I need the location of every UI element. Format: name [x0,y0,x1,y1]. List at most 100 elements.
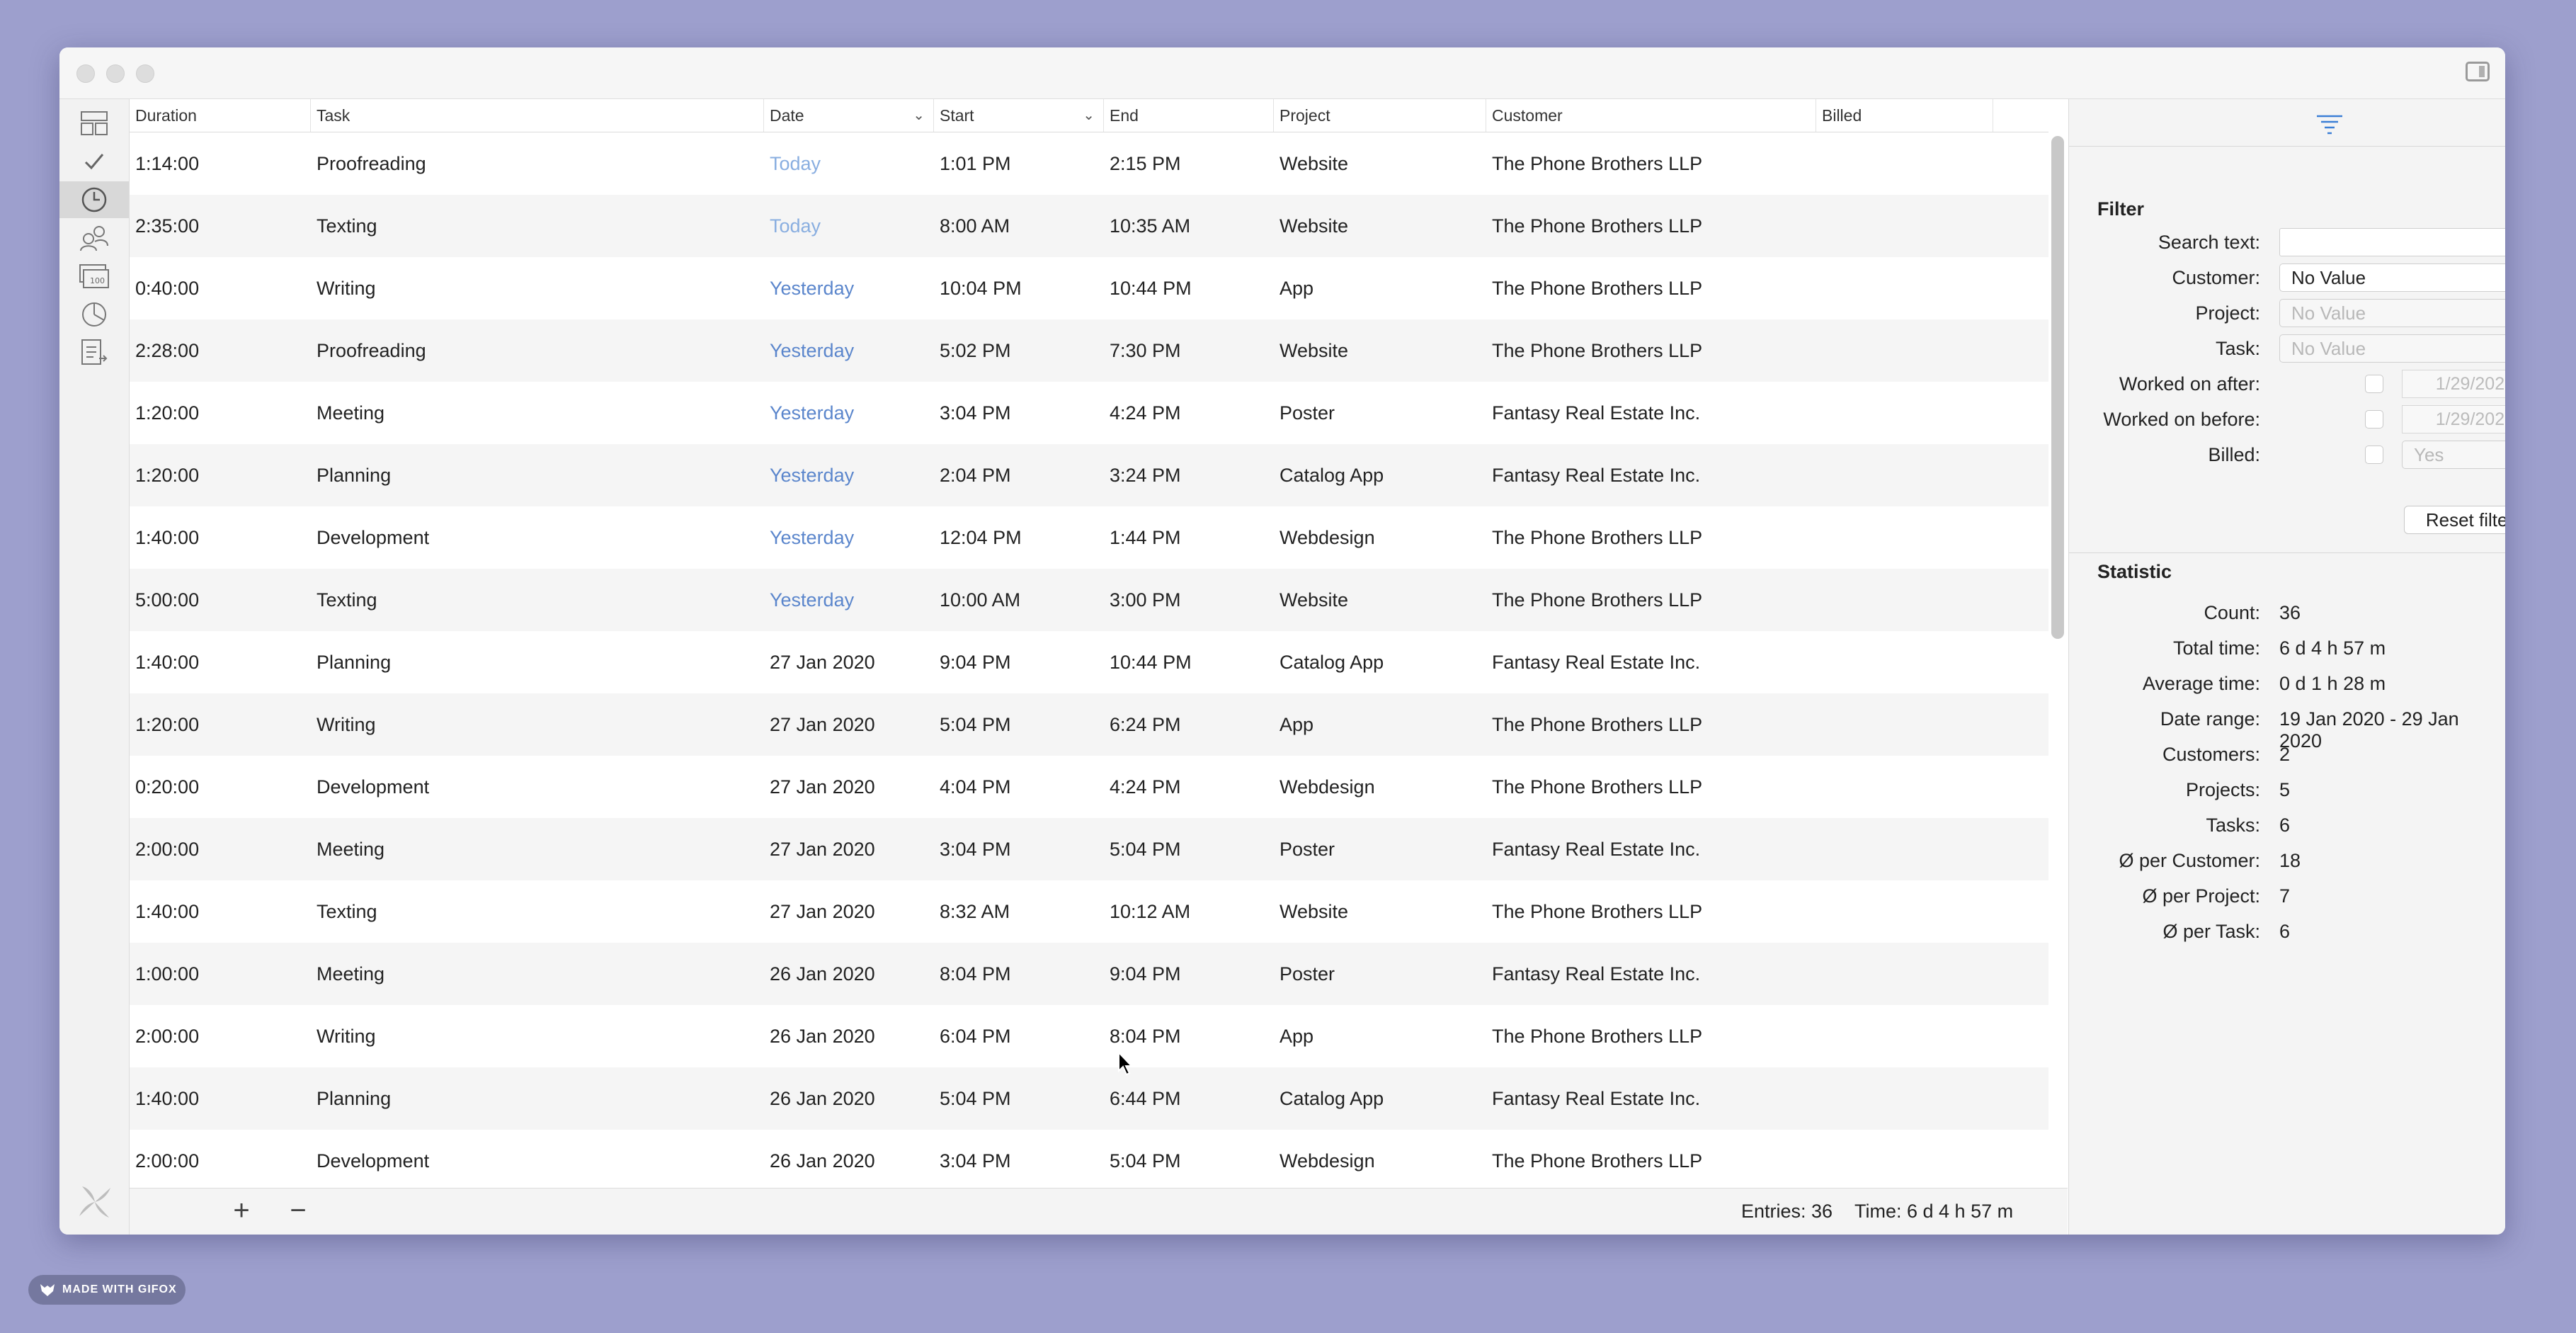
close-window-button[interactable] [76,64,95,83]
table-row[interactable]: 1:20:00 Planning Yesterday 2:04 PM 3:24 PM Ca… [130,444,2048,506]
reset-filter-button[interactable]: Reset filter [2404,506,2505,534]
export-document-icon[interactable] [59,334,129,371]
table-row[interactable]: 0:40:00 Writing Yesterday 10:04 PM 10:44 PM A… [130,257,2048,319]
task-label: Task: [2215,338,2260,359]
worked-after-date[interactable]: 1/29/2020 [2402,370,2505,398]
cell-billed[interactable] [1816,319,1822,382]
column-header-task[interactable]: Task [311,99,764,132]
app-window: 100 Duration Task Date ⌄ Start ⌄ End Proje… [59,47,2505,1235]
table-row[interactable]: 1:20:00 Meeting Yesterday 3:04 PM 4:24 PM Pos… [130,382,2048,444]
search-text-input[interactable] [2279,228,2505,256]
table-row[interactable]: 1:20:00 Writing 27 Jan 2020 5:04 PM 6:24 PM A… [130,693,2048,756]
cell-duration: 1:20:00 [135,402,200,424]
statistic-value: 18 [2279,850,2301,871]
table-row[interactable]: 2:00:00 Development 26 Jan 2020 3:04 PM 5:04… [130,1130,2048,1188]
cell-billed[interactable] [1816,880,1822,943]
cell-date: Yesterday [770,527,855,548]
table-row[interactable]: 1:40:00 Planning 27 Jan 2020 9:04 PM 10:44 P… [130,631,2048,693]
add-entry-button[interactable]: + [223,1193,260,1230]
cell-start: 8:04 PM [940,963,1011,985]
project-label: Project: [2195,302,2260,324]
cell-customer: The Phone Brothers LLP [1492,1150,1703,1172]
cell-project: Catalog App [1280,465,1384,486]
cell-duration: 1:40:00 [135,652,200,673]
cell-customer: The Phone Brothers LLP [1492,278,1703,299]
cell-end: 10:44 PM [1110,278,1192,299]
cell-billed[interactable] [1816,257,1822,319]
cell-start: 3:04 PM [940,839,1011,860]
worked-before-checkbox[interactable] [2365,410,2383,429]
customers-icon[interactable] [59,220,129,256]
cell-date: Yesterday [770,340,855,361]
cell-start: 2:04 PM [940,465,1011,486]
task-select[interactable]: No Value⇕ [2279,334,2505,363]
customer-select[interactable]: No Value⇕ [2279,263,2505,292]
cell-billed[interactable] [1816,818,1822,880]
tasks-checkmark-icon[interactable] [59,143,129,180]
table-row[interactable]: 5:00:00 Texting Yesterday 10:00 AM 3:00 PM We… [130,569,2048,631]
zoom-window-button[interactable] [136,64,154,83]
cell-billed[interactable] [1816,569,1822,631]
column-header-start[interactable]: Start ⌄ [934,99,1104,132]
cell-task: Planning [317,1088,392,1109]
billed-select[interactable]: Yes⇕ [2402,441,2505,469]
cell-billed[interactable] [1816,756,1822,818]
cell-billed[interactable] [1816,1005,1822,1067]
billed-checkbox[interactable] [2365,446,2383,464]
statistic-label: Ø per Project: [2142,885,2260,907]
table-row[interactable]: 1:40:00 Texting 27 Jan 2020 8:32 AM 10:12 AM… [130,880,2048,943]
cell-date: 27 Jan 2020 [770,839,875,860]
table-row[interactable]: 0:20:00 Development 27 Jan 2020 4:04 PM 4:24… [130,756,2048,818]
cell-billed[interactable] [1816,506,1822,569]
table-row[interactable]: 2:00:00 Writing 26 Jan 2020 6:04 PM 8:04 PM A… [130,1005,2048,1067]
invoices-icon[interactable]: 100 [59,258,129,295]
column-header-customer[interactable]: Customer [1486,99,1816,132]
worked-after-checkbox[interactable] [2365,375,2383,393]
project-select[interactable]: No Value⇕ [2279,299,2505,327]
cell-task: Planning [317,465,392,486]
cell-customer: The Phone Brothers LLP [1492,1026,1703,1047]
inspector-panel: Filter Search text: Customer: No Value⇕ … [2068,99,2505,1235]
panel-divider [2069,146,2505,147]
sidebar-toggle-icon[interactable] [2466,62,2490,81]
column-header-project[interactable]: Project [1274,99,1486,132]
cell-task: Meeting [317,839,385,860]
cell-date: 27 Jan 2020 [770,901,875,922]
table-row[interactable]: 1:40:00 Development Yesterday 12:04 PM 1:44 … [130,506,2048,569]
cell-billed[interactable] [1816,132,1822,195]
cell-billed[interactable] [1816,1067,1822,1130]
column-header-billed[interactable]: Billed [1816,99,1993,132]
reports-chart-icon[interactable] [59,296,129,333]
cell-billed[interactable] [1816,1130,1822,1188]
cell-date: 27 Jan 2020 [770,714,875,735]
cell-billed[interactable] [1816,195,1822,257]
table-row[interactable]: 2:35:00 Texting Today 8:00 AM 10:35 AM Websit… [130,195,2048,257]
worked-before-date[interactable]: 1/29/2020 [2402,405,2505,433]
cell-duration: 2:00:00 [135,1026,200,1047]
column-header-end[interactable]: End [1104,99,1274,132]
filter-icon[interactable] [2315,113,2344,136]
column-header-date[interactable]: Date ⌄ [764,99,934,132]
remove-entry-button[interactable]: − [280,1193,317,1230]
table-row[interactable]: 1:00:00 Meeting 26 Jan 2020 8:04 PM 9:04 PM P… [130,943,2048,1005]
cell-billed[interactable] [1816,631,1822,693]
column-header-start-label: Start [940,106,974,125]
statistic-value: 5 [2279,779,2291,800]
minimize-window-button[interactable] [106,64,125,83]
dashboard-icon[interactable] [59,105,129,142]
cell-billed[interactable] [1816,693,1822,756]
cell-billed[interactable] [1816,444,1822,506]
column-header-duration[interactable]: Duration [130,99,311,132]
cell-project: Website [1280,901,1349,922]
table-row[interactable]: 2:28:00 Proofreading Yesterday 5:02 PM 7:30 … [130,319,2048,382]
table-row[interactable]: 1:40:00 Planning 26 Jan 2020 5:04 PM 6:44 PM… [130,1067,2048,1130]
table-row[interactable]: 1:14:00 Proofreading Today 1:01 PM 2:15 PM We… [130,132,2048,195]
table-row[interactable]: 2:00:00 Meeting 27 Jan 2020 3:04 PM 5:04 PM P… [130,818,2048,880]
cell-billed[interactable] [1816,382,1822,444]
time-entries-clock-icon[interactable] [59,181,129,218]
navigation-iconbar: 100 [59,99,130,1235]
vertical-scrollbar[interactable] [2051,136,2064,639]
cell-start: 8:32 AM [940,901,1010,922]
cell-date: 26 Jan 2020 [770,1026,875,1047]
cell-billed[interactable] [1816,943,1822,1005]
